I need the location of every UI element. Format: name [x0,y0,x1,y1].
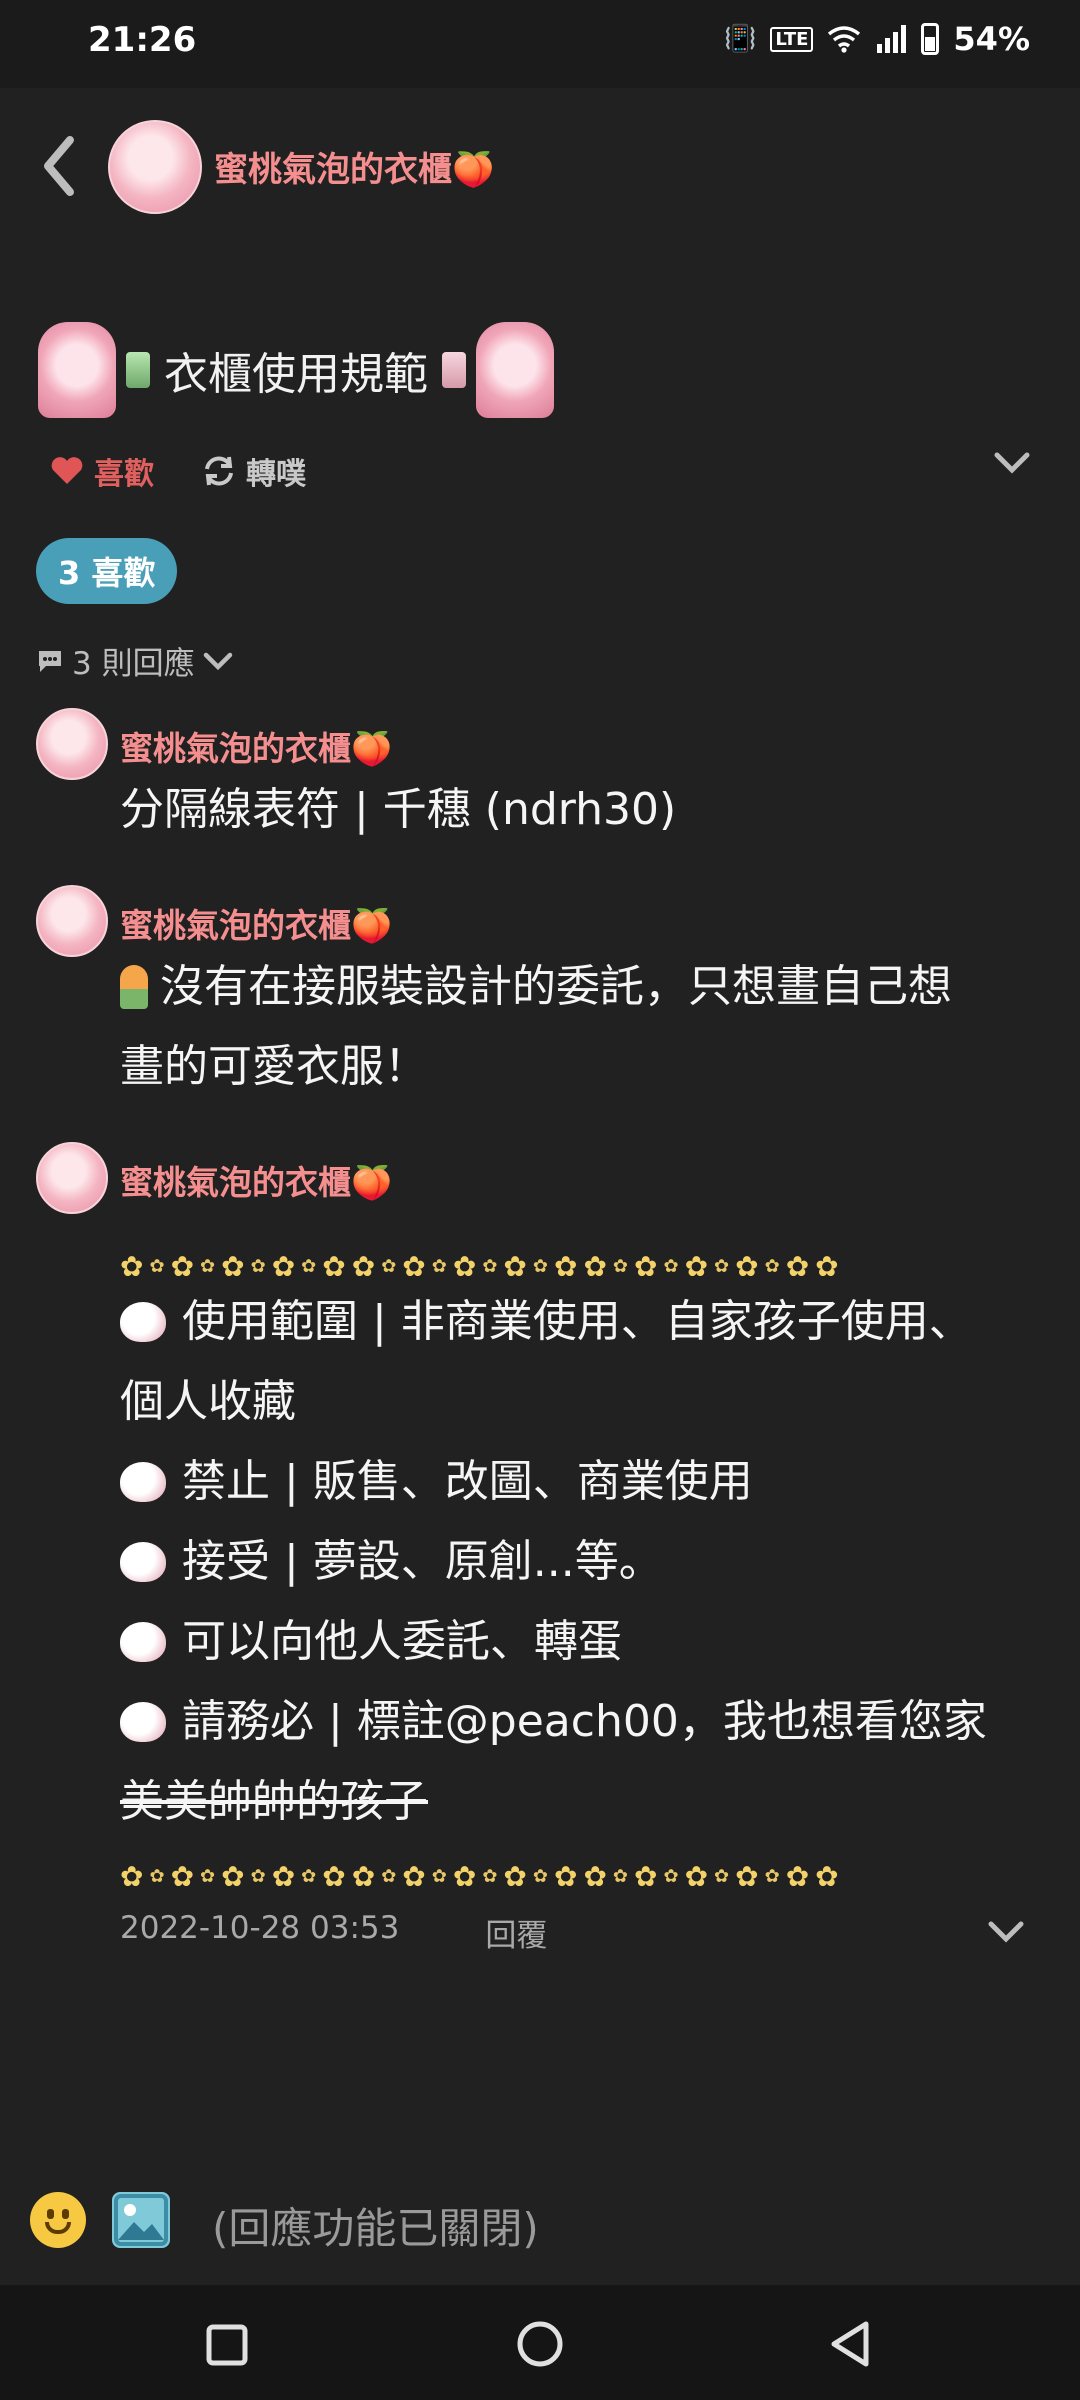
post-title-row: 衣櫃使用規範 [38,320,554,420]
reply-author[interactable]: 蜜桃氣泡的衣櫃🍑 [120,899,392,947]
image-upload-button[interactable] [112,2192,170,2248]
like-button[interactable]: 喜歡 [50,449,154,493]
avatar[interactable] [108,120,202,214]
reply-disabled-text: (回應功能已關閉) [212,2204,539,2253]
heart-icon [51,457,83,484]
post-title: 衣櫃使用規範 [164,349,428,400]
post-actions: 喜歡 轉噗 [50,445,1030,495]
deco-icon [126,352,150,388]
status-bar: 21:26 📳 LTE 54% [0,0,1080,88]
flower-emoticon-icon [120,965,148,1009]
recents-button[interactable] [205,2323,249,2367]
replies-toggle[interactable]: 3 則回應 [36,638,233,683]
bunny-emoticon-icon [120,1542,166,1582]
deco-icon [442,352,466,388]
repost-label: 轉噗 [246,457,306,492]
bunny-emoticon-icon [120,1302,166,1342]
likes-count-badge[interactable]: 3 喜歡 [36,538,178,604]
bunny-emoticon-icon [120,1702,166,1742]
system-nav-bar [0,2285,1080,2400]
star-divider-bottom: ✿ ✿ ✿ ✿ ✿ ✿ ✿ ✿ ✿ ✿ ✿ ✿ ✿ ✿ ✿ ✿ ✿ ✿ ✿ ✿ ✿ ✿ ✿ ✿ ✿ ✿ ✿ ✿ [120,1860,839,1893]
repost-button[interactable]: 轉噗 [202,449,306,493]
avatar[interactable] [36,885,108,957]
battery-icon [921,23,940,55]
reply-author[interactable]: 蜜桃氣泡的衣櫃🍑 [120,1156,392,1204]
reply-link[interactable]: 回覆 [485,1910,547,1955]
chevron-down-icon[interactable] [988,1920,1024,1944]
emoji-button[interactable] [30,2192,86,2248]
star-divider-top: ✿ ✿ ✿ ✿ ✿ ✿ ✿ ✿ ✿ ✿ ✿ ✿ ✿ ✿ ✿ ✿ ✿ ✿ ✿ ✿ ✿ ✿ ✿ ✿ ✿ ✿ ✿ ✿ [120,1250,839,1283]
reply-item: 蜜桃氣泡的衣櫃🍑 ✿ ✿ ✿ ✿ ✿ ✿ ✿ ✿ ✿ ✿ ✿ ✿ ✿ ✿ ✿ ✿ ✿ ✿ ✿ ✿ ✿ ✿ ✿ ✿ ✿ ✿ ✿ ✿ 使用… [0,1140,1080,1970]
reply-item: 蜜桃氣泡的衣櫃🍑 分隔線表符 | 千穗 (ndrh30) [0,706,1080,856]
avatar[interactable] [36,1142,108,1214]
reply-meta: 2022-10-28 03:53 回覆 [120,1910,547,1955]
vibrate-icon: 📳 [723,24,757,54]
status-time: 21:26 [88,20,197,60]
avatar[interactable] [36,708,108,780]
reply-item: 蜜桃氣泡的衣櫃🍑 沒有在接服裝設計的委託，只想畫自己想 畫的可愛衣服！ [0,883,1080,1103]
reply-text: 沒有在接服裝設計的委託，只想畫自己想 畫的可愛衣服！ [120,961,952,1092]
girl-sticker-icon [38,322,116,418]
replies-count: 3 則回應 [72,646,195,682]
chevron-down-icon[interactable] [994,451,1030,475]
reply-input-bar: (回應功能已關閉) [0,2170,1080,2270]
repost-icon [205,456,233,486]
status-icons: 📳 LTE 54% [724,20,1030,58]
network-type-icon: LTE [770,26,814,52]
comment-icon [39,650,61,672]
battery-percent: 54% [953,20,1030,58]
chevron-down-icon [203,652,232,670]
back-button[interactable] [828,2319,872,2369]
girl-sticker-icon [476,322,554,418]
like-label: 喜歡 [94,457,154,492]
reply-text: 使用範圍 | 非商業使用、自家孩子使用、 個人收藏 禁止 | 販售、改圖、商業使… [120,1296,987,1827]
timestamp: 2022-10-28 03:53 [120,1910,400,1946]
image-icon [114,2194,168,2246]
reply-author[interactable]: 蜜桃氣泡的衣櫃🍑 [120,722,392,770]
header: 蜜桃氣泡的衣櫃🍑 [0,100,1080,230]
header-username[interactable]: 蜜桃氣泡的衣櫃🍑 [214,142,494,191]
wifi-icon [828,26,861,53]
signal-icon [877,25,907,53]
home-button[interactable] [515,2319,565,2369]
smiley-icon [45,2222,71,2234]
bunny-emoticon-icon [120,1622,166,1662]
bunny-emoticon-icon [120,1462,166,1502]
back-arrow-icon[interactable] [36,130,80,202]
reply-text: 分隔線表符 | 千穗 (ndrh30) [120,784,677,835]
